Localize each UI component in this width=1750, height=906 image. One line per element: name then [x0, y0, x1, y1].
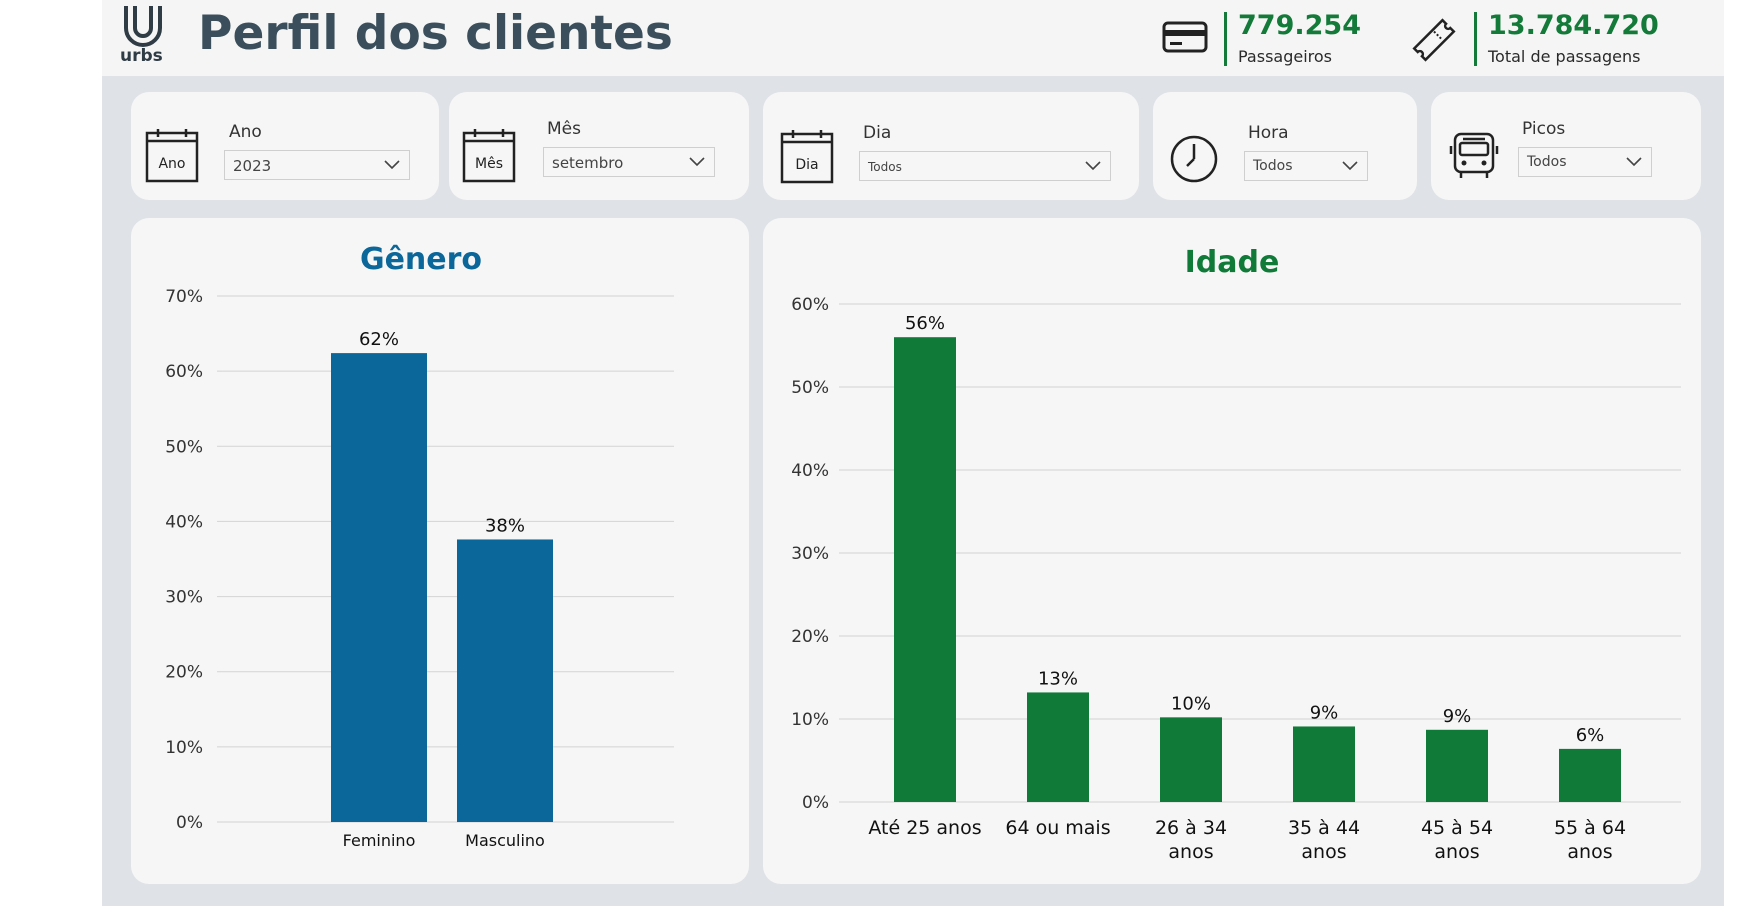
chevron-down-icon	[1626, 157, 1642, 167]
bar	[1027, 692, 1089, 802]
y-tick-label: 60%	[791, 295, 829, 315]
bar	[1559, 748, 1621, 802]
calendar-icon-text: Mês	[475, 156, 503, 172]
kpi-total-passagens: 13.784.720 Total de passagens	[1410, 10, 1690, 66]
y-tick-label: 70%	[165, 287, 203, 307]
x-tick-label: anos	[1434, 841, 1479, 863]
data-label: 56%	[905, 313, 945, 334]
ticket-icon	[1412, 18, 1456, 62]
bus-icon	[1449, 132, 1499, 178]
x-tick-label: 26 à 34	[1155, 817, 1227, 839]
filter-label: Ano	[229, 122, 262, 142]
filter-label: Hora	[1248, 123, 1289, 143]
credit-card-icon	[1162, 21, 1208, 53]
y-tick-label: 0%	[802, 793, 829, 813]
picos-dropdown[interactable]: Todos	[1518, 147, 1652, 177]
bar	[894, 337, 956, 802]
bar	[331, 353, 427, 822]
bar	[1293, 726, 1355, 802]
calendar-icon: Mês	[462, 129, 516, 183]
dashboard-canvas: urbs Perfil dos clientes 779.254 Passage…	[102, 0, 1724, 906]
y-tick-label: 40%	[165, 512, 203, 532]
chevron-down-icon	[384, 160, 400, 170]
idade-chart-card: Idade 0% 10% 20% 30% 40% 50% 60% 56% Até 25 anos…	[763, 218, 1701, 884]
bar	[457, 539, 553, 822]
dropdown-value: setembro	[552, 154, 624, 172]
ano-dropdown[interactable]: 2023	[224, 150, 410, 180]
chevron-down-icon	[1342, 161, 1358, 171]
mes-dropdown[interactable]: setembro	[543, 147, 715, 177]
x-tick-label: anos	[1168, 841, 1213, 863]
bar	[1426, 729, 1488, 802]
x-tick-label: 64 ou mais	[1005, 817, 1110, 839]
logo-text: urbs	[120, 46, 163, 66]
y-tick-label: 30%	[791, 544, 829, 564]
filter-card-ano: Ano Ano 2023	[131, 92, 439, 200]
chevron-down-icon	[689, 157, 705, 167]
calendar-icon: Dia	[780, 130, 834, 184]
data-label: 38%	[485, 515, 525, 536]
idade-bar-chart: 0% 10% 20% 30% 40% 50% 60% 56% Até 25 anos 13% 64 …	[791, 295, 1681, 863]
dropdown-value: Todos	[1527, 154, 1567, 170]
x-tick-label: Feminino	[343, 831, 416, 850]
calendar-icon-text: Ano	[158, 156, 185, 172]
data-label: 62%	[359, 329, 399, 350]
filter-card-dia: Dia Dia Todos	[763, 92, 1139, 200]
y-tick-label: 40%	[791, 461, 829, 481]
dropdown-value: Todos	[868, 160, 902, 174]
filter-label: Dia	[863, 123, 892, 143]
filter-card-picos: Picos Todos	[1431, 92, 1701, 200]
kpi-divider	[1474, 12, 1477, 66]
dia-dropdown[interactable]: Todos	[859, 151, 1111, 181]
x-tick-label: 45 à 54	[1421, 817, 1493, 839]
kpi-value: 779.254	[1238, 10, 1361, 41]
y-tick-label: 30%	[165, 588, 203, 608]
genero-chart-card: Gênero 0% 10% 20% 30% 40% 50% 60% 70% 62% Feminin…	[131, 218, 749, 884]
y-tick-label: 10%	[165, 738, 203, 758]
filter-card-mes: Mês Mês setembro	[449, 92, 749, 200]
calendar-icon: Ano	[145, 129, 199, 183]
y-tick-label: 50%	[791, 378, 829, 398]
hora-dropdown[interactable]: Todos	[1244, 151, 1368, 181]
kpi-label: Total de passagens	[1488, 47, 1641, 66]
data-label: 13%	[1038, 668, 1078, 689]
dropdown-value: 2023	[233, 157, 272, 175]
data-label: 6%	[1576, 725, 1605, 746]
x-tick-label: Masculino	[465, 831, 545, 850]
data-label: 10%	[1171, 693, 1211, 714]
dropdown-value: Todos	[1253, 158, 1293, 174]
calendar-icon-text: Dia	[795, 157, 818, 173]
filter-label: Mês	[547, 119, 581, 139]
data-label: 9%	[1310, 702, 1339, 723]
x-tick-label: Até 25 anos	[868, 817, 981, 839]
clock-icon	[1170, 135, 1218, 183]
filter-card-hora: Hora Todos	[1153, 92, 1417, 200]
y-tick-label: 50%	[165, 437, 203, 457]
y-tick-label: 20%	[165, 663, 203, 683]
genero-bar-chart: 0% 10% 20% 30% 40% 50% 60% 70% 62% Feminino 38% Mas…	[165, 287, 674, 850]
filter-label: Picos	[1522, 119, 1566, 139]
header-bar: urbs Perfil dos clientes 779.254 Passage…	[102, 0, 1724, 76]
y-tick-label: 0%	[176, 813, 203, 833]
y-tick-label: 10%	[791, 710, 829, 730]
chevron-down-icon	[1085, 161, 1101, 171]
kpi-passageiros: 779.254 Passageiros	[1162, 10, 1382, 66]
y-tick-label: 20%	[791, 627, 829, 647]
x-tick-label: 35 à 44	[1288, 817, 1360, 839]
y-tick-label: 60%	[165, 362, 203, 382]
x-tick-label: anos	[1567, 841, 1612, 863]
kpi-label: Passageiros	[1238, 47, 1333, 66]
x-tick-label: 55 à 64	[1554, 817, 1626, 839]
page-title: Perfil dos clientes	[198, 6, 673, 61]
bar	[1160, 717, 1222, 802]
data-label: 9%	[1443, 706, 1472, 727]
x-tick-label: anos	[1301, 841, 1346, 863]
kpi-value: 13.784.720	[1488, 10, 1659, 41]
kpi-divider	[1224, 12, 1227, 66]
